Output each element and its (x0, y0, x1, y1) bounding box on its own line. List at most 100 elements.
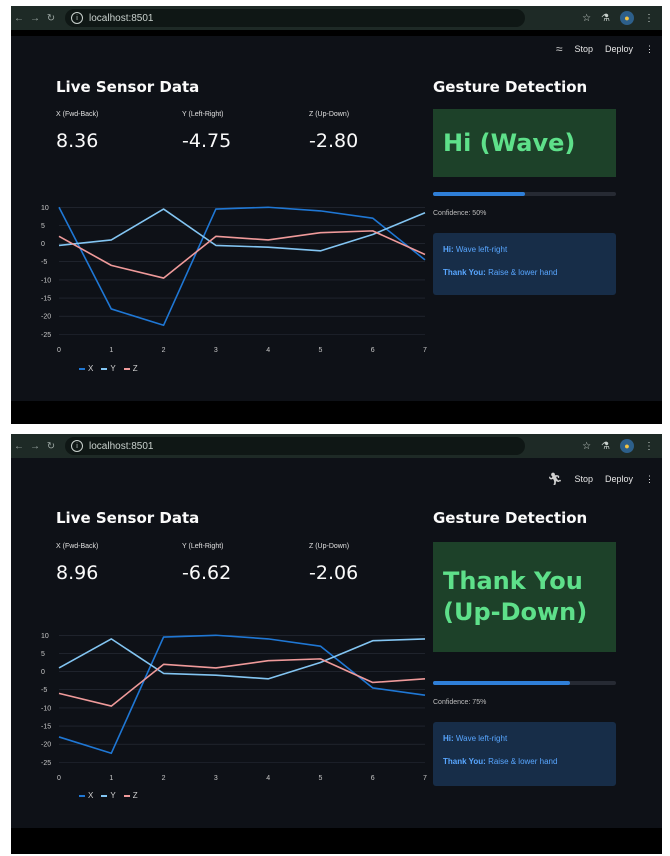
y-tick-label: 10 (41, 633, 49, 640)
y-metric-label: Y (Left-Right) (182, 543, 224, 550)
chart-legend: X Y Z (79, 791, 138, 800)
star-icon[interactable]: ☆ (582, 441, 591, 452)
x-tick-label: 5 (318, 347, 322, 354)
profile-icon[interactable]: ● (620, 439, 634, 453)
y-tick-label: -25 (41, 332, 51, 339)
y-tick-label: 10 (41, 205, 49, 212)
z-metric-label: Z (Up-Down) (309, 111, 350, 118)
z-metric-label: Z (Up-Down) (309, 543, 350, 550)
info-hi-line: Hi: Wave left-right (443, 734, 508, 743)
gesture-detection-title: Gesture Detection (433, 509, 588, 527)
stop-button[interactable]: Stop (574, 44, 593, 54)
browser-toolbar: ← → ↻ i localhost:8501 ☆ ⚗ ● ⋮ (11, 6, 662, 30)
app-header: ≈ Stop Deploy ⋮ (556, 42, 654, 56)
forward-arrow-icon[interactable]: → (27, 441, 43, 452)
confidence-progress-bar (433, 192, 616, 196)
x-tick-label: 3 (214, 775, 218, 782)
y-tick-label: -15 (41, 724, 51, 731)
live-sensor-title: Live Sensor Data (56, 78, 200, 96)
y-metric-value: -6.62 (182, 562, 232, 584)
reload-icon[interactable]: ↻ (43, 13, 59, 24)
y-tick-label: -10 (41, 277, 51, 284)
y-metric-value: -4.75 (182, 130, 232, 152)
url-text: localhost:8501 (89, 12, 154, 24)
series-line-x (58, 634, 426, 755)
screenshot-frame-1: ← → ↻ i localhost:8501 ☆ ⚗ ● ⋮ ≈ Stop De… (11, 6, 662, 424)
info-icon[interactable]: i (71, 440, 83, 452)
series-line-z (58, 658, 426, 707)
y-tick-label: 0 (41, 669, 45, 676)
confidence-progress-fill (433, 192, 525, 196)
flask-icon[interactable]: ⚗ (601, 441, 610, 452)
y-tick-label: 0 (41, 241, 45, 248)
app-header: 🏃︎ Stop Deploy ⋮ (547, 472, 654, 486)
profile-icon[interactable]: ● (620, 11, 634, 25)
info-hi-line: Hi: Wave left-right (443, 245, 508, 254)
running-icon: ≈ (555, 42, 563, 56)
address-bar[interactable]: i localhost:8501 (65, 9, 525, 27)
forward-arrow-icon[interactable]: → (27, 13, 43, 24)
confidence-progress-bar (433, 681, 616, 685)
legend-item-y[interactable]: Y (101, 791, 116, 800)
deploy-button[interactable]: Deploy (605, 474, 633, 484)
legend-item-y[interactable]: Y (101, 364, 116, 373)
back-arrow-icon[interactable]: ← (11, 13, 27, 24)
gesture-info-box: Hi: Wave left-right Thank You: Raise & l… (433, 233, 616, 295)
more-icon[interactable]: ⋮ (644, 441, 654, 452)
reload-icon[interactable]: ↻ (43, 441, 59, 452)
y-metric-label: Y (Left-Right) (182, 111, 224, 118)
info-thankyou-line: Thank You: Raise & lower hand (443, 268, 558, 277)
legend-item-x[interactable]: X (79, 791, 93, 800)
x-metric-value: 8.36 (56, 130, 99, 152)
x-tick-label: 0 (57, 775, 61, 782)
x-tick-label: 0 (57, 347, 61, 354)
flask-icon[interactable]: ⚗ (601, 13, 610, 24)
legend-item-x[interactable]: X (79, 364, 93, 373)
main-menu-icon[interactable]: ⋮ (645, 474, 654, 485)
y-tick-label: -15 (41, 296, 51, 303)
x-tick-label: 1 (109, 347, 113, 354)
app-viewport: ≈ Stop Deploy ⋮ Live Sensor Data Gesture… (11, 36, 662, 401)
x-tick-label: 1 (109, 775, 113, 782)
confidence-text: Confidence: 75% (433, 699, 487, 706)
main-menu-icon[interactable]: ⋮ (645, 44, 654, 55)
series-line-y (58, 638, 426, 680)
confidence-progress-fill (433, 681, 571, 685)
z-metric-value: -2.06 (309, 562, 359, 584)
stop-button[interactable]: Stop (574, 474, 593, 484)
live-sensor-title: Live Sensor Data (56, 509, 200, 527)
gesture-result-box: Thank You (Up-Down) (433, 542, 616, 652)
y-tick-label: -10 (41, 705, 51, 712)
x-tick-label: 2 (162, 775, 166, 782)
back-arrow-icon[interactable]: ← (11, 441, 27, 452)
x-metric-label: X (Fwd-Back) (56, 111, 99, 118)
y-tick-label: -20 (41, 742, 51, 749)
x-tick-label: 7 (423, 347, 427, 354)
gesture-info-box: Hi: Wave left-right Thank You: Raise & l… (433, 722, 616, 786)
address-bar[interactable]: i localhost:8501 (65, 437, 525, 455)
x-tick-label: 7 (423, 775, 427, 782)
gesture-result-text: Thank You (Up-Down) (443, 566, 588, 626)
more-icon[interactable]: ⋮ (644, 13, 654, 24)
legend-item-z[interactable]: Z (123, 791, 138, 800)
info-thankyou-line: Thank You: Raise & lower hand (443, 757, 558, 766)
sensor-line-chart: 10 5 0 -5 -10 -15 -20 -25 0 1 2 3 4 5 6 7 (41, 633, 427, 782)
legend-item-z[interactable]: Z (123, 364, 138, 373)
app-viewport: 🏃︎ Stop Deploy ⋮ Live Sensor Data Gestur… (11, 458, 662, 828)
y-tick-label: -5 (41, 259, 47, 266)
x-tick-label: 2 (162, 347, 166, 354)
x-tick-label: 6 (371, 775, 375, 782)
y-tick-label: -5 (41, 687, 47, 694)
screenshot-frame-2: ← → ↻ i localhost:8501 ☆ ⚗ ● ⋮ 🏃︎ Stop D… (11, 434, 662, 854)
info-icon[interactable]: i (71, 12, 83, 24)
running-icon: 🏃︎ (547, 472, 563, 486)
star-icon[interactable]: ☆ (582, 13, 591, 24)
gesture-result-box: Hi (Wave) (433, 109, 616, 177)
x-tick-label: 6 (371, 347, 375, 354)
deploy-button[interactable]: Deploy (605, 44, 633, 54)
gesture-detection-title: Gesture Detection (433, 78, 588, 96)
x-tick-label: 5 (318, 775, 322, 782)
y-tick-label: 5 (41, 223, 45, 230)
y-tick-label: -20 (41, 314, 51, 321)
browser-toolbar: ← → ↻ i localhost:8501 ☆ ⚗ ● ⋮ (11, 434, 662, 458)
